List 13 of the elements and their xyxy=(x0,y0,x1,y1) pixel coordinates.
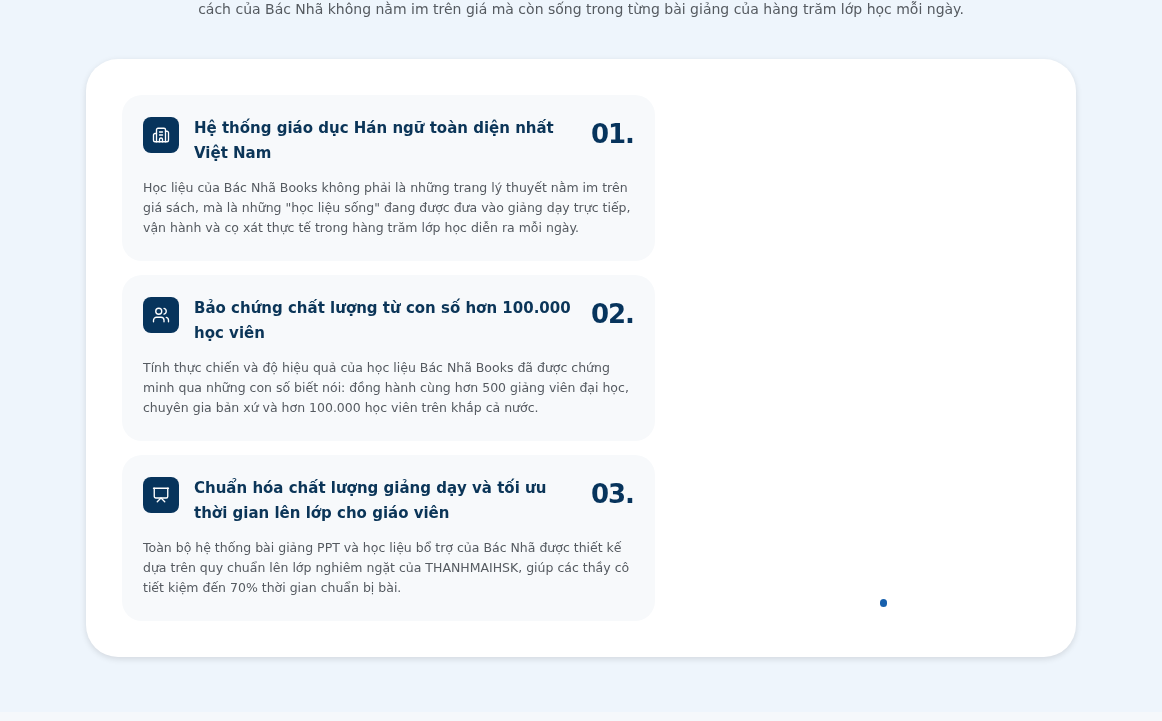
feature-title: Hệ thống giáo dục Hán ngữ toàn diện nhất Việt Nam xyxy=(194,118,555,164)
feature-number: 01. xyxy=(590,119,634,149)
presentation-board-icon xyxy=(143,477,179,513)
feature-title: Chuẩn hóa chất lượng giảng dạy và tối ưu thời gian lên lớp cho giáo viên xyxy=(194,477,548,524)
building-icon xyxy=(143,117,179,153)
feature-number: 03. xyxy=(590,479,634,509)
people-icon xyxy=(143,297,179,333)
feature-description: Tính thực chiến và độ hiệu quả của học liệu Bác Nhã Books đã được chứng minh qua những con số biết nói: đồng hành cùng hơn 500 giảng viên đại học, chuyên gia bản xứ và hơn 100.000 học viên trên khắp cả nước. xyxy=(143,359,630,417)
feature-number: 02. xyxy=(590,299,634,329)
feature-description: Toàn bộ hệ thống bài giảng PPT và học liệu bổ trợ của Bác Nhã được thiết kế dựa trên quy chuẩn lên lớp nghiêm ngặt của THANHMAIHSK, giúp các thầy cô tiết kiệm đến 70% thời gian chuẩn bị bài. xyxy=(143,539,631,597)
feature-title: Bảo chứng chất lượng từ con số hơn 100.000 học viên xyxy=(194,298,572,344)
intro-text: cách của Bác Nhã không nằm im trên giá mà còn sống trong từng bài giảng của hàng trăm lớp học mỗi ngày. xyxy=(198,0,964,18)
feature-description: Học liệu của Bác Nhã Books không phải là những trang lý thuyết nằm im trên giá sách, mà là những "học liệu sống" đang được đưa vào giảng dạy trực tiếp, vận hành và cọ xát thực tế trong hàng trăm lớp học diễn ra mỗi ngày. xyxy=(143,179,632,237)
